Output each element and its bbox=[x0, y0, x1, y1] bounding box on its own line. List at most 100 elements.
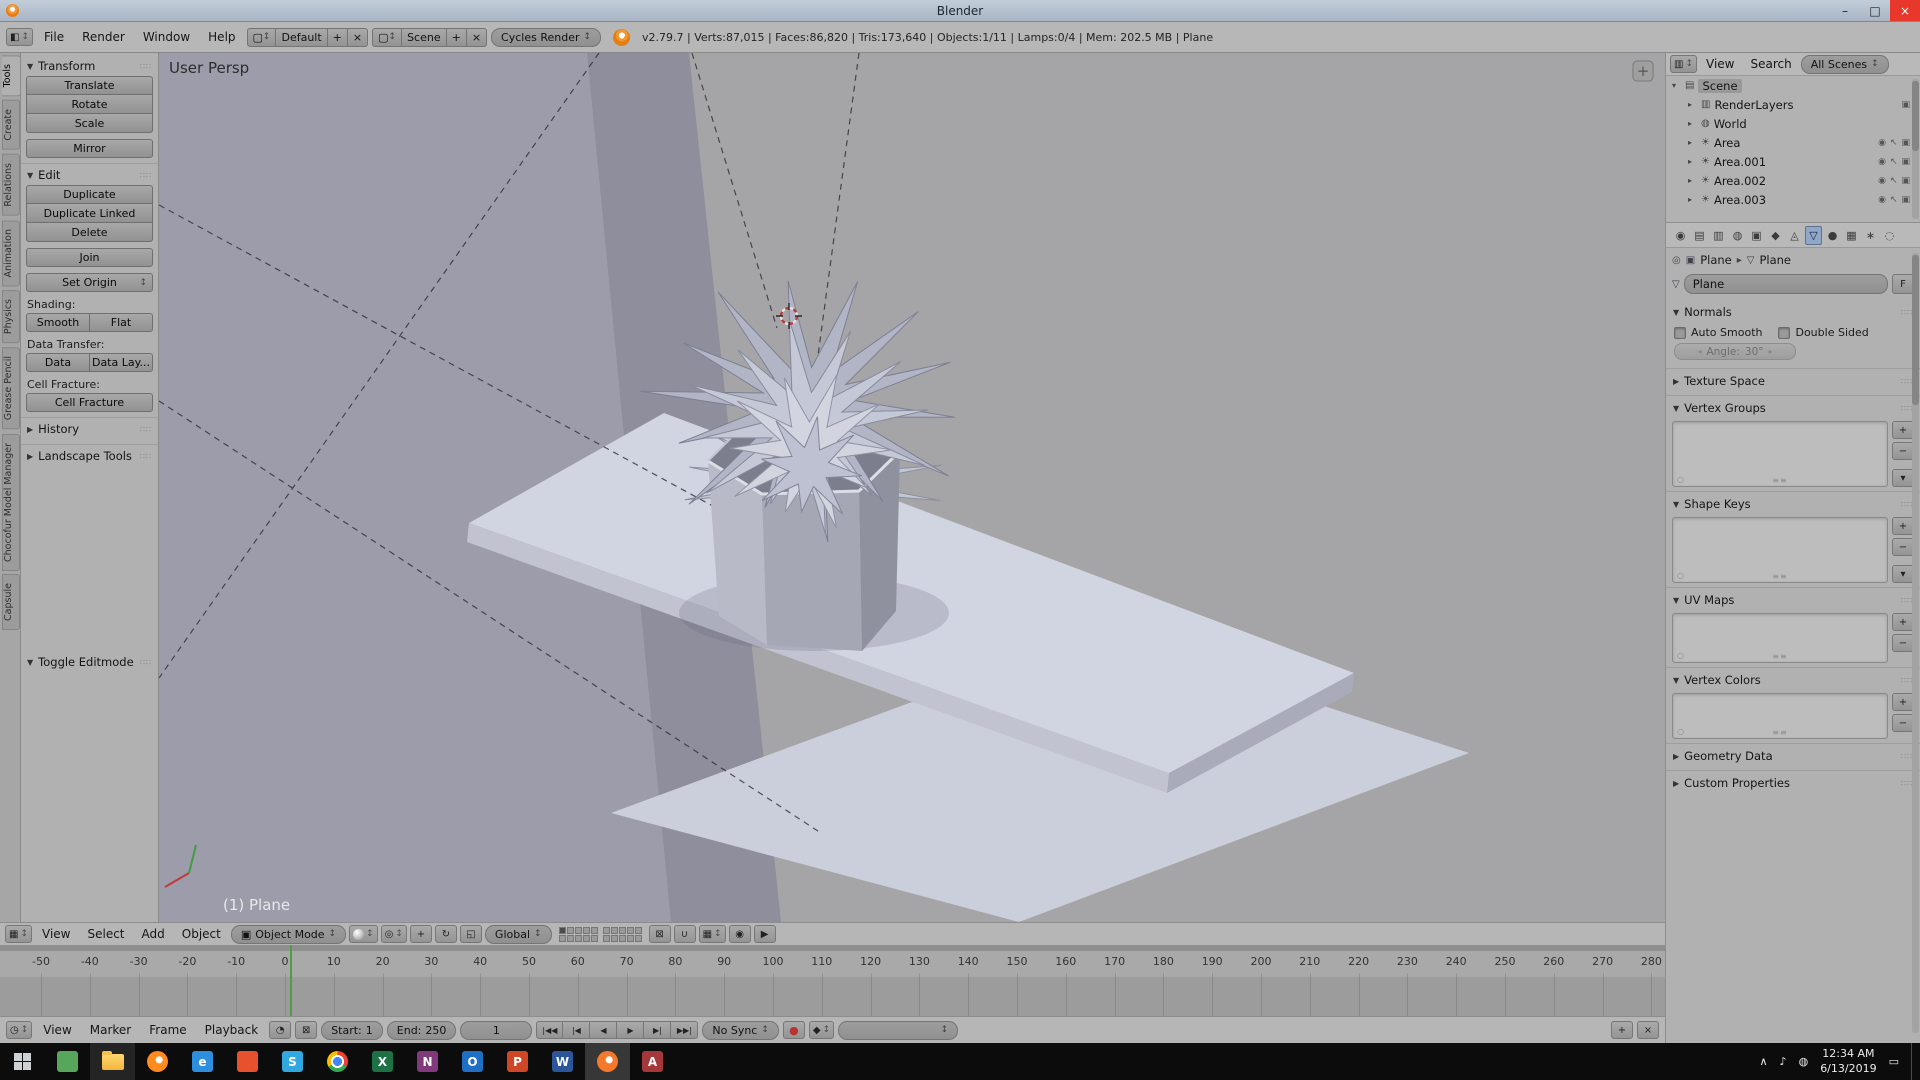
remove-shape-key-button[interactable]: − bbox=[1892, 538, 1914, 556]
store-taskbar-icon[interactable] bbox=[45, 1043, 90, 1080]
properties-tab-object[interactable]: ▣ bbox=[1748, 226, 1765, 245]
menu-file[interactable]: File bbox=[37, 30, 71, 44]
outliner-row[interactable]: ▸ ◍ World bbox=[1666, 114, 1920, 133]
frame-start-field[interactable]: Start: 1 bbox=[321, 1020, 383, 1040]
file-explorer-taskbar-icon[interactable] bbox=[90, 1043, 135, 1080]
outliner-item-label[interactable]: Area.001 bbox=[1714, 155, 1766, 169]
outliner-item-label[interactable]: Area bbox=[1714, 136, 1740, 150]
add-vertex-color-button[interactable]: + bbox=[1892, 693, 1914, 711]
drag-dots-icon[interactable]: ∷∷ bbox=[140, 658, 152, 667]
shape-keys-list[interactable]: ○ ≡≡ bbox=[1672, 517, 1888, 583]
flat-button[interactable]: Flat bbox=[90, 313, 153, 332]
viewport-menu-object[interactable]: Object bbox=[175, 927, 228, 941]
outliner-item-label[interactable]: Area.002 bbox=[1714, 174, 1766, 188]
layer-dot[interactable] bbox=[590, 926, 598, 934]
blender-taskbar-icon[interactable] bbox=[585, 1043, 630, 1080]
shape-key-specials-dropdown[interactable]: ▾ bbox=[1892, 565, 1914, 583]
toolshelf-tab-chocofur-model-manager[interactable]: Chocofur Model Manager bbox=[2, 433, 20, 571]
selectable-toggle-icon[interactable]: ↖ bbox=[1890, 138, 1898, 148]
preview-range-icon[interactable]: ◔ bbox=[269, 1021, 292, 1039]
uv-maps-list[interactable]: ○ ≡≡ bbox=[1672, 613, 1888, 663]
layer-dot[interactable] bbox=[618, 934, 626, 942]
transform-orientation-dropdown[interactable]: Global ↕ bbox=[484, 924, 552, 944]
join-button[interactable]: Join bbox=[26, 248, 153, 267]
editor-type-icon[interactable]: ▦ ↕ bbox=[5, 925, 32, 943]
timeline-menu-frame[interactable]: Frame bbox=[142, 1023, 193, 1037]
menu-render[interactable]: Render bbox=[75, 30, 132, 44]
layer-dot[interactable] bbox=[590, 934, 598, 942]
layer-dot[interactable] bbox=[574, 934, 582, 942]
properties-tab-world[interactable]: ◍ bbox=[1729, 226, 1746, 245]
word-taskbar-icon[interactable]: W bbox=[540, 1043, 585, 1080]
layer-dot[interactable] bbox=[626, 934, 634, 942]
window-titlebar[interactable]: Blender – □ × bbox=[0, 0, 1920, 22]
expander-icon[interactable]: ▸ bbox=[1688, 157, 1697, 166]
insert-keyframe-button[interactable]: + bbox=[1611, 1021, 1633, 1039]
panel-header-landscape-tools[interactable]: ▶ Landscape Tools ∷∷ bbox=[26, 445, 153, 466]
outliner-row[interactable]: ▸ ☀ Area.001 ◉ ↖ ▣ bbox=[1666, 152, 1920, 171]
panel-header-geometry-data[interactable]: ▶ Geometry Data ∷∷ bbox=[1672, 745, 1914, 766]
layer-dot[interactable] bbox=[582, 934, 590, 942]
panel-header-texture-space[interactable]: ▶ Texture Space ∷∷ bbox=[1672, 370, 1914, 391]
smooth-button[interactable]: Smooth bbox=[26, 313, 90, 332]
selectable-toggle-icon[interactable]: ↖ bbox=[1890, 176, 1898, 186]
layer-dot[interactable] bbox=[602, 934, 610, 942]
layer-dot[interactable] bbox=[602, 926, 610, 934]
rotate-button[interactable]: Rotate bbox=[26, 95, 153, 114]
toolshelf-tab-animation[interactable]: Animation bbox=[2, 219, 20, 287]
sync-mode-dropdown[interactable]: No Sync ↕ bbox=[702, 1020, 779, 1040]
layer-dot[interactable] bbox=[574, 926, 582, 934]
outliner-menu-search[interactable]: Search bbox=[1743, 57, 1798, 71]
translate-button[interactable]: Translate bbox=[26, 76, 153, 95]
list-resize-grip[interactable]: ≡≡ bbox=[1772, 572, 1787, 581]
viewport-shading-dropdown[interactable]: ↕ bbox=[349, 925, 378, 943]
next-keyframe-button[interactable]: ▶| bbox=[644, 1021, 672, 1039]
snap-magnet-icon[interactable]: ∪ bbox=[673, 925, 696, 943]
editor-type-icon[interactable]: ◷ ↕ bbox=[6, 1021, 33, 1039]
timeline-current-frame-playhead[interactable] bbox=[289, 945, 293, 1016]
layer-dot[interactable] bbox=[582, 926, 590, 934]
set-origin-dropdown[interactable]: Set Origin ↕ bbox=[26, 273, 153, 292]
scene-icon[interactable]: ▢ ↕ bbox=[372, 27, 403, 47]
panel-header-vertex-colors[interactable]: ▼ Vertex Colors ∷∷ bbox=[1672, 669, 1914, 690]
lock-icon[interactable]: ⊠ bbox=[648, 925, 671, 943]
layout-value[interactable]: Default bbox=[276, 27, 328, 47]
properties-tab-constraints[interactable]: ◆ bbox=[1767, 226, 1784, 245]
outliner-scrollbar[interactable] bbox=[1912, 79, 1919, 219]
jump-to-end-button[interactable]: ▶▶| bbox=[671, 1021, 699, 1039]
data-button[interactable]: Data bbox=[26, 353, 90, 372]
show-desktop-button[interactable] bbox=[1911, 1043, 1917, 1080]
outliner-row[interactable]: ▾ ▤ Scene bbox=[1666, 76, 1920, 95]
manipulator-translate-icon[interactable]: + bbox=[409, 925, 432, 943]
expander-icon[interactable]: ▸ bbox=[1688, 176, 1697, 185]
viewport-menu-add[interactable]: Add bbox=[135, 927, 172, 941]
list-resize-grip[interactable]: ≡≡ bbox=[1772, 652, 1787, 661]
add-shape-key-button[interactable]: + bbox=[1892, 517, 1914, 535]
visible-toggle-icon[interactable]: ◉ bbox=[1878, 157, 1886, 167]
volume-icon[interactable]: ♪ bbox=[1780, 1055, 1787, 1068]
list-filter-icon[interactable]: ○ bbox=[1677, 571, 1684, 580]
breadcrumb-object[interactable]: Plane bbox=[1700, 253, 1732, 267]
panel-header-uv-maps[interactable]: ▼ UV Maps ∷∷ bbox=[1672, 589, 1914, 610]
layer-dot[interactable] bbox=[566, 926, 574, 934]
excel-taskbar-icon[interactable]: X bbox=[360, 1043, 405, 1080]
renderable-toggle-icon[interactable]: ▣ bbox=[1901, 157, 1910, 167]
duplicate-button[interactable]: Duplicate bbox=[26, 185, 153, 204]
layer-dot[interactable] bbox=[626, 926, 634, 934]
opengl-render-anim-icon[interactable]: ▶ bbox=[753, 925, 776, 943]
outliner-item-label[interactable]: Scene bbox=[1698, 78, 1742, 93]
renderable-toggle-icon[interactable]: ▣ bbox=[1901, 138, 1910, 148]
vertex-groups-list[interactable]: ○ ≡≡ bbox=[1672, 421, 1888, 487]
layer-dot[interactable] bbox=[610, 934, 618, 942]
viewport-menu-select[interactable]: Select bbox=[80, 927, 131, 941]
jump-to-start-button[interactable]: |◀◀ bbox=[536, 1021, 564, 1039]
properties-tab-object-data[interactable]: ▽ bbox=[1805, 225, 1822, 245]
renderable-toggle-icon[interactable]: ▣ bbox=[1901, 176, 1910, 186]
powerpoint-taskbar-icon[interactable]: P bbox=[495, 1043, 540, 1080]
layer-dot[interactable] bbox=[566, 934, 574, 942]
remove-uv-map-button[interactable]: − bbox=[1892, 634, 1914, 652]
panel-header-toggle-editmode[interactable]: ▼ Toggle Editmode ∷∷ bbox=[26, 651, 153, 672]
expander-icon[interactable]: ▸ bbox=[1688, 138, 1697, 147]
lock-range-icon[interactable]: ⊠ bbox=[295, 1021, 318, 1039]
menu-help[interactable]: Help bbox=[201, 30, 242, 44]
